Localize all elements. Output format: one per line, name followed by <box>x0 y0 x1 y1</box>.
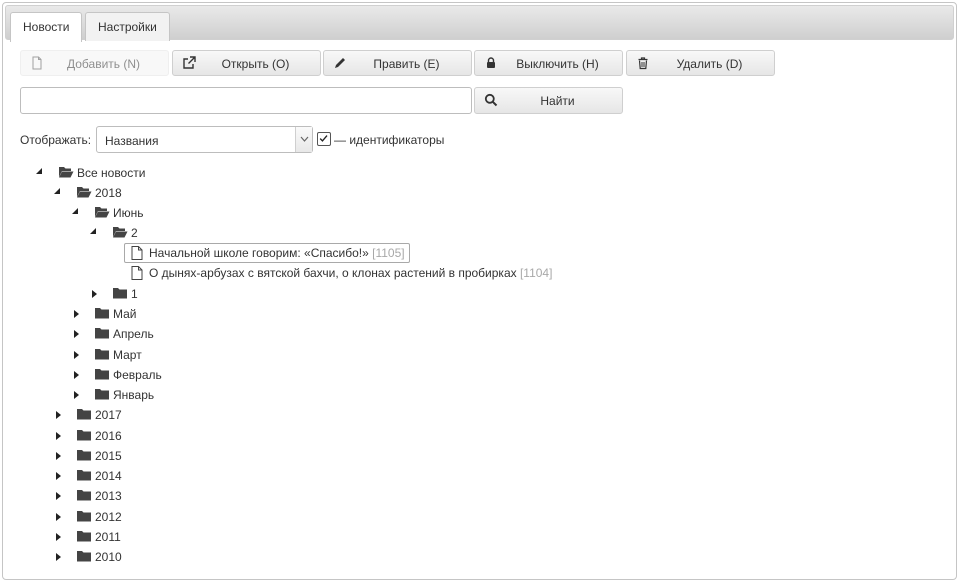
disable-button[interactable]: Выключить (H) <box>474 50 623 76</box>
open-button-label: Открыть (O) <box>221 57 290 71</box>
find-button[interactable]: Найти <box>474 87 623 114</box>
delete-button[interactable]: Удалить (D) <box>626 50 775 76</box>
tree-label: 2016 <box>95 429 122 443</box>
add-button-label: Добавить (N) <box>66 57 141 71</box>
folder-icon <box>95 369 109 380</box>
news-item-title: О дынях-арбузах с вятской бахчи, о клона… <box>149 266 517 280</box>
chevron-down-icon[interactable] <box>295 127 312 152</box>
expand-arrow-icon[interactable] <box>70 345 80 365</box>
tree-label: Июнь <box>113 206 144 220</box>
tree-label: Январь <box>113 388 155 402</box>
tab-settings[interactable]: Настройки <box>85 12 170 41</box>
edit-button[interactable]: Править (E) <box>323 50 472 76</box>
expand-arrow-icon[interactable] <box>52 507 62 527</box>
expand-arrow-icon[interactable] <box>88 284 98 304</box>
tree-label: Май <box>113 307 137 321</box>
display-select-value: Названия <box>105 134 159 148</box>
tree-label: Апрель <box>113 327 154 341</box>
tree-label: 1 <box>131 287 138 301</box>
tree-label: Все новости <box>77 166 146 180</box>
collapse-arrow-icon[interactable] <box>34 163 44 183</box>
tree-label: 2011 <box>95 530 121 544</box>
folder-icon <box>77 490 91 501</box>
folder-icon <box>95 308 109 319</box>
expand-arrow-icon[interactable] <box>52 446 62 466</box>
tab-news[interactable]: Новости <box>10 12 83 42</box>
news-item-title: Начальной школе говорим: «Спасибо!» <box>149 246 369 260</box>
tree-label: 2 <box>131 226 138 240</box>
display-label: Отображать: <box>20 133 92 147</box>
identifiers-checkbox[interactable] <box>317 132 331 146</box>
news-item-1104[interactable]: О дынях-арбузах с вятской бахчи, о клона… <box>124 263 557 283</box>
folder-icon <box>95 328 109 339</box>
tree-label: 2010 <box>95 550 122 564</box>
expand-arrow-icon[interactable] <box>52 486 62 506</box>
delete-button-label: Удалить (D) <box>676 57 743 71</box>
news-item-id: [1104] <box>519 266 553 280</box>
open-folder-icon <box>95 207 110 218</box>
folder-icon <box>77 450 91 461</box>
tree-label: Март <box>113 348 142 362</box>
collapse-arrow-icon[interactable] <box>52 183 62 203</box>
expand-arrow-icon[interactable] <box>70 365 80 385</box>
news-item-1105[interactable]: Начальной школе говорим: «Спасибо!» [110… <box>124 243 410 263</box>
document-icon <box>131 266 143 280</box>
collapse-arrow-icon[interactable] <box>70 203 80 223</box>
document-icon <box>131 246 143 260</box>
folder-icon <box>77 511 91 522</box>
add-button[interactable]: Добавить (N) <box>20 50 169 76</box>
edit-button-label: Править (E) <box>373 57 440 71</box>
expand-arrow-icon[interactable] <box>52 527 62 547</box>
open-folder-icon <box>113 227 128 238</box>
open-folder-icon <box>77 187 92 198</box>
search-input[interactable] <box>20 87 472 114</box>
tab-bar: Новости Настройки <box>5 5 954 42</box>
expand-arrow-icon[interactable] <box>52 547 62 567</box>
expand-arrow-icon[interactable] <box>70 304 80 324</box>
open-button[interactable]: Открыть (O) <box>172 50 321 76</box>
tree-label: 2013 <box>95 489 122 503</box>
tree-label: 2018 <box>95 186 122 200</box>
collapse-arrow-icon[interactable] <box>88 223 98 243</box>
checkmark-icon <box>319 135 328 142</box>
expand-arrow-icon[interactable] <box>52 426 62 446</box>
disable-button-label: Выключить (H) <box>516 57 599 71</box>
display-select[interactable]: Названия <box>96 126 313 153</box>
folder-icon <box>77 531 91 542</box>
folder-icon <box>95 389 109 400</box>
tree-label: 2014 <box>95 469 122 483</box>
tree-label: 2017 <box>95 408 122 422</box>
folder-icon <box>113 288 127 299</box>
expand-arrow-icon[interactable] <box>52 405 62 425</box>
folder-icon <box>77 470 91 481</box>
news-item-id: [1105] <box>372 246 405 260</box>
tree-label: Февраль <box>113 368 162 382</box>
expand-arrow-icon[interactable] <box>52 466 62 486</box>
folder-icon <box>95 349 109 360</box>
expand-arrow-icon[interactable] <box>70 385 80 405</box>
open-folder-icon <box>59 167 74 178</box>
expand-arrow-icon[interactable] <box>70 324 80 344</box>
folder-icon <box>77 551 91 562</box>
folder-icon <box>77 430 91 441</box>
folder-icon <box>77 409 91 420</box>
identifiers-label: — идентификаторы <box>334 133 445 147</box>
tree-label: 2015 <box>95 449 122 463</box>
find-button-label: Найти <box>540 94 575 108</box>
tree-label: 2012 <box>95 510 122 524</box>
